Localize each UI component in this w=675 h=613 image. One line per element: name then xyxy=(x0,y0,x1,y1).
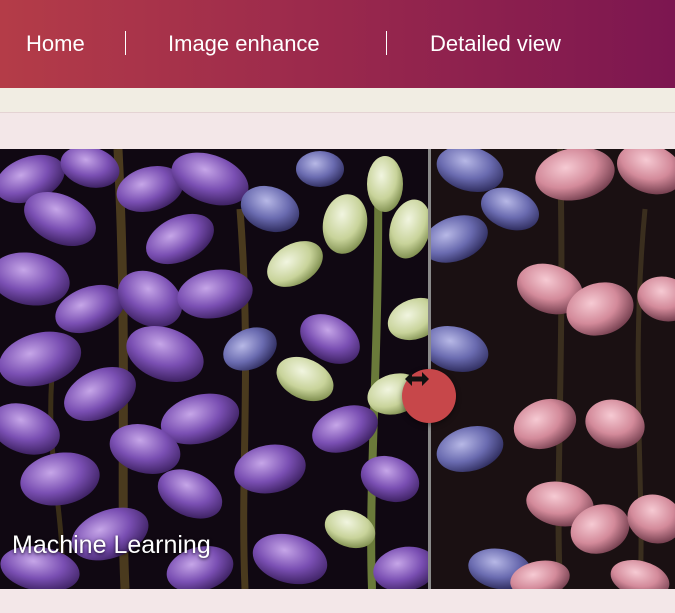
nav-separator xyxy=(386,31,387,55)
slider-handle[interactable] xyxy=(402,369,456,423)
nav-image-enhance[interactable]: Image enhance xyxy=(168,30,320,58)
image-caption: Machine Learning xyxy=(12,531,211,559)
arrows-left-right-icon xyxy=(405,372,429,386)
sub-header-band xyxy=(0,88,675,113)
image-comparison-viewer[interactable]: Machine Learning xyxy=(0,149,675,589)
top-navbar: Home Image enhance Detailed view xyxy=(0,0,675,88)
nav-separator xyxy=(125,31,126,55)
nav-home[interactable]: Home xyxy=(26,30,85,58)
nav-detailed-view[interactable]: Detailed view xyxy=(430,30,561,58)
flower-photo xyxy=(0,149,675,589)
